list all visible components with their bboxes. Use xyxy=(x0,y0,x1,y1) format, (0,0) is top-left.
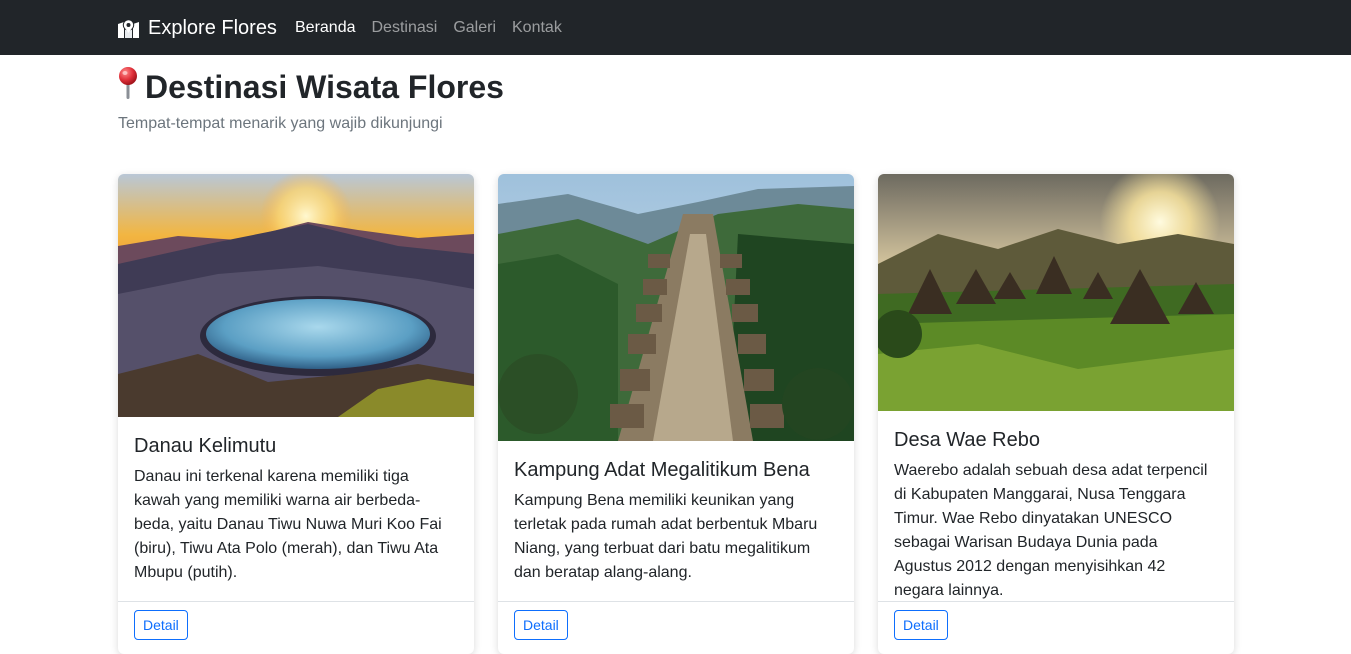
detail-button[interactable]: Detail xyxy=(894,610,948,640)
nav-link-kontak[interactable]: Kontak xyxy=(512,17,562,39)
card-image xyxy=(878,174,1234,411)
card-text: Danau ini terkenal karena memiliki tiga … xyxy=(134,468,442,581)
page-title-text: Destinasi Wisata Flores xyxy=(145,68,504,105)
card-footer: Detail xyxy=(878,601,1234,648)
card-body: Desa Wae Rebo Waerebo adalah sebuah desa… xyxy=(878,411,1234,603)
card-footer: Detail xyxy=(118,601,474,648)
card-image xyxy=(498,174,854,441)
card-danau-kelimutu: Danau Kelimutu Danau ini terkenal karena… xyxy=(118,174,474,654)
brand-link[interactable]: Explore Flores xyxy=(117,14,277,42)
brand-label: Explore Flores xyxy=(148,16,277,39)
nav-link-galeri[interactable]: Galeri xyxy=(453,17,496,39)
card-title: Desa Wae Rebo xyxy=(894,429,1040,451)
page-subtitle: Tempat-tempat menarik yang wajib dikunju… xyxy=(118,115,443,132)
card-body: Kampung Adat Megalitikum Bena Kampung Be… xyxy=(498,441,854,585)
card-desa-wae-rebo: Desa Wae Rebo Waerebo adalah sebuah desa… xyxy=(878,174,1234,654)
map-icon xyxy=(117,18,140,39)
card-footer: Detail xyxy=(498,601,854,648)
nav-link-destinasi[interactable]: Destinasi xyxy=(372,17,438,39)
card-title: Danau Kelimutu xyxy=(134,435,277,457)
navbar: Explore Flores Beranda Destinasi Galeri … xyxy=(0,0,1351,55)
nav-links: Beranda Destinasi Galeri Kontak xyxy=(295,17,562,39)
page-title: Destinasi Wisata Flores xyxy=(117,66,504,107)
card-text: Kampung Bena memiliki keunikan yang terl… xyxy=(514,492,818,581)
card-kampung-bena: Kampung Adat Megalitikum Bena Kampung Be… xyxy=(498,174,854,654)
card-text: Waerebo adalah sebuah desa adat terpenci… xyxy=(894,462,1208,599)
card-title: Kampung Adat Megalitikum Bena xyxy=(514,459,810,481)
detail-button[interactable]: Detail xyxy=(134,610,188,640)
detail-button[interactable]: Detail xyxy=(514,610,568,640)
card-body: Danau Kelimutu Danau ini terkenal karena… xyxy=(118,417,474,585)
nav-link-beranda[interactable]: Beranda xyxy=(295,17,356,39)
pin-icon xyxy=(117,66,139,107)
card-image xyxy=(118,174,474,417)
